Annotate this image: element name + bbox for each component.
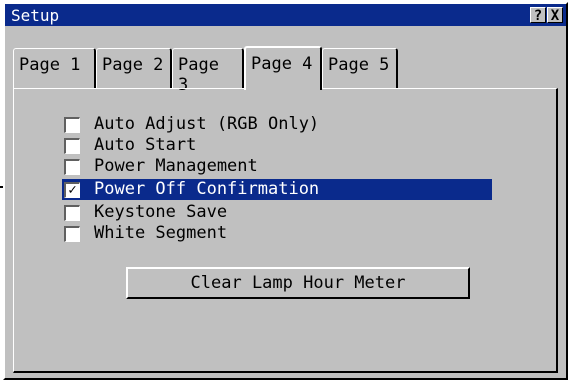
option-label: Auto Start	[94, 135, 197, 155]
tab-page-2[interactable]: Page 2	[96, 48, 172, 88]
option-power-off-confirmation[interactable]: ✓ Power Off Confirmation	[62, 179, 492, 200]
white-segment-checkbox[interactable]	[64, 226, 80, 242]
tab-page-1[interactable]: Page 1	[13, 48, 96, 88]
power-off-confirmation-checkbox[interactable]: ✓	[64, 182, 80, 198]
help-button[interactable]: ?	[530, 7, 546, 24]
option-label: Power Management	[94, 156, 258, 176]
option-label: White Segment	[94, 223, 228, 243]
power-management-checkbox[interactable]	[64, 159, 80, 175]
option-label: Auto Adjust (RGB Only)	[94, 114, 320, 134]
keystone-save-checkbox[interactable]	[64, 205, 80, 221]
tab-page-3[interactable]: Page 3	[172, 48, 244, 95]
option-white-segment[interactable]: White Segment	[62, 223, 492, 244]
option-label: Keystone Save	[94, 202, 228, 222]
option-power-management[interactable]: Power Management	[62, 156, 492, 177]
auto-start-checkbox[interactable]	[64, 138, 80, 154]
title-bar: Setup ? X	[5, 4, 566, 26]
window-title: Setup	[11, 6, 60, 25]
option-keystone-save[interactable]: Keystone Save	[62, 202, 492, 223]
option-auto-start[interactable]: Auto Start	[62, 135, 492, 156]
option-label: Power Off Confirmation	[94, 179, 320, 199]
close-button[interactable]: X	[547, 7, 563, 24]
tab-page-4[interactable]: Page 4	[244, 46, 322, 90]
option-auto-adjust[interactable]: Auto Adjust (RGB Only)	[62, 114, 492, 135]
tab-page-5[interactable]: Page 5	[322, 48, 398, 88]
page-4-panel: Auto Adjust (RGB Only) Auto Start Power …	[13, 88, 558, 373]
auto-adjust-checkbox[interactable]	[64, 117, 80, 133]
clear-lamp-hour-meter-button[interactable]: Clear Lamp Hour Meter	[126, 267, 470, 299]
setup-dialog: Setup ? X Page 1 Page 2 Page 3 Page 4 Pa…	[3, 2, 568, 380]
